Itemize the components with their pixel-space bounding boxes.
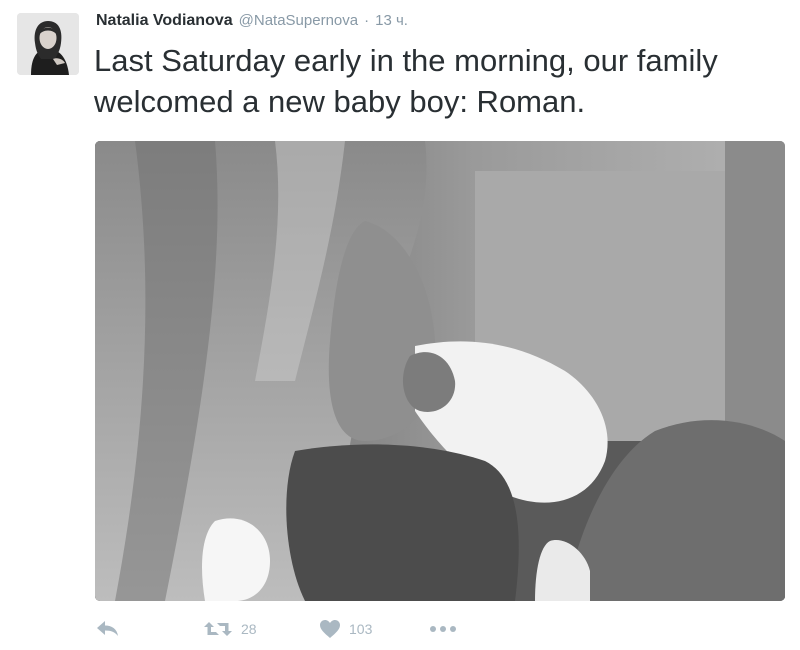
- like-button[interactable]: 103: [319, 619, 429, 639]
- separator: ·: [364, 12, 370, 29]
- tweet-text: Last Saturday early in the morning, our …: [94, 43, 718, 119]
- reply-icon: [97, 621, 118, 636]
- retweet-icon: [204, 622, 232, 636]
- more-icon: [430, 626, 456, 632]
- tweet-photo[interactable]: [95, 141, 785, 601]
- avatar[interactable]: [17, 13, 79, 75]
- reply-button[interactable]: [95, 620, 203, 638]
- like-count: 103: [349, 621, 373, 637]
- tweet-header: Natalia Vodianova @NataSupernova · 13 ч.: [96, 12, 408, 34]
- heart-icon: [320, 620, 340, 638]
- tweet: Natalia Vodianova @NataSupernova · 13 ч.…: [0, 0, 800, 650]
- author-handle[interactable]: @NataSupernova: [239, 12, 358, 29]
- retweet-count: 28: [241, 621, 257, 637]
- photo-image: [95, 141, 785, 601]
- retweet-button[interactable]: 28: [203, 620, 319, 638]
- more-button[interactable]: [429, 625, 457, 633]
- avatar-photo: [17, 13, 79, 75]
- timestamp[interactable]: 13 ч.: [375, 12, 408, 29]
- tweet-actions: 28 103: [95, 614, 457, 644]
- author-name[interactable]: Natalia Vodianova: [96, 12, 233, 30]
